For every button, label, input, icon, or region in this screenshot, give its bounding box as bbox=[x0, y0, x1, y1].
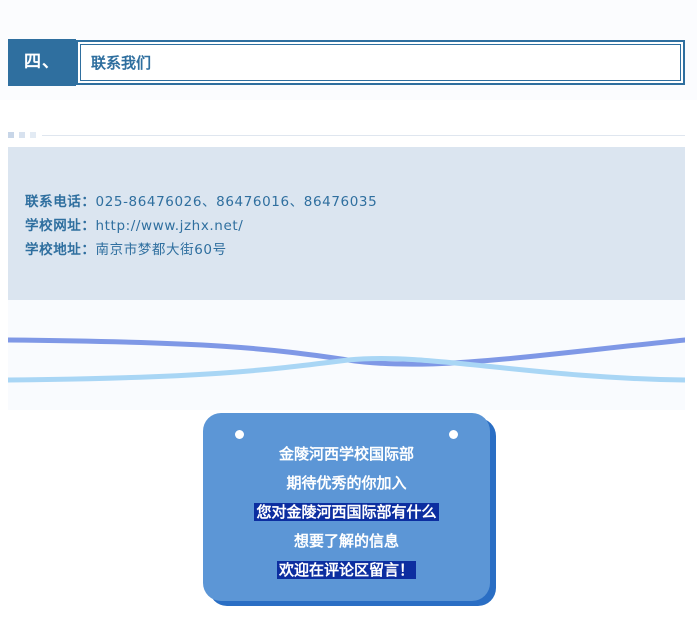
section-title: 联系我们 bbox=[91, 54, 152, 72]
divider-square-icon bbox=[19, 132, 25, 138]
section-header: 四、 联系我们 bbox=[8, 39, 685, 86]
divider-square-icon bbox=[8, 132, 14, 138]
card-line-3: 您对金陵河西国际部有什么 bbox=[254, 503, 439, 521]
card-hole-icon bbox=[235, 430, 244, 439]
contact-info-box: 联系电话：025-86476026、86476016、86476035 学校网址… bbox=[8, 147, 685, 300]
divider-square-icon bbox=[30, 132, 36, 138]
contact-website: 学校网址：http://www.jzhx.net/ bbox=[25, 214, 243, 234]
wave-lines-icon bbox=[8, 337, 685, 383]
phone-label: 联系电话： bbox=[25, 194, 96, 210]
decorative-divider bbox=[8, 131, 685, 139]
card-line-1: 金陵河西学校国际部 bbox=[278, 445, 414, 463]
phone-value: 025-86476026、86476016、86476035 bbox=[95, 194, 378, 210]
website-link[interactable]: http://www.jzhx.net/ bbox=[96, 218, 244, 234]
address-value: 南京市梦都大街60号 bbox=[95, 242, 227, 258]
card-line-5: 欢迎在评论区留言！ bbox=[276, 561, 416, 579]
message-card: 金陵河西学校国际部 期待优秀的你加入 您对金陵河西国际部有什么 想要了解的信息 … bbox=[203, 413, 490, 601]
section-title-box: 联系我们 bbox=[76, 40, 685, 85]
section-title-box-inner: 联系我们 bbox=[80, 44, 681, 81]
contact-address: 学校地址：南京市梦都大街60号 bbox=[25, 238, 227, 258]
address-label: 学校地址： bbox=[25, 242, 96, 258]
section-number: 四、 bbox=[8, 39, 76, 86]
card-line-2: 期待优秀的你加入 bbox=[286, 474, 407, 492]
wave-decoration bbox=[8, 300, 685, 410]
contact-phone: 联系电话：025-86476026、86476016、86476035 bbox=[25, 190, 377, 210]
website-label: 学校网址： bbox=[25, 218, 96, 234]
card-line-4: 想要了解的信息 bbox=[293, 532, 399, 550]
divider-line bbox=[42, 135, 685, 136]
card-hole-icon bbox=[449, 430, 458, 439]
